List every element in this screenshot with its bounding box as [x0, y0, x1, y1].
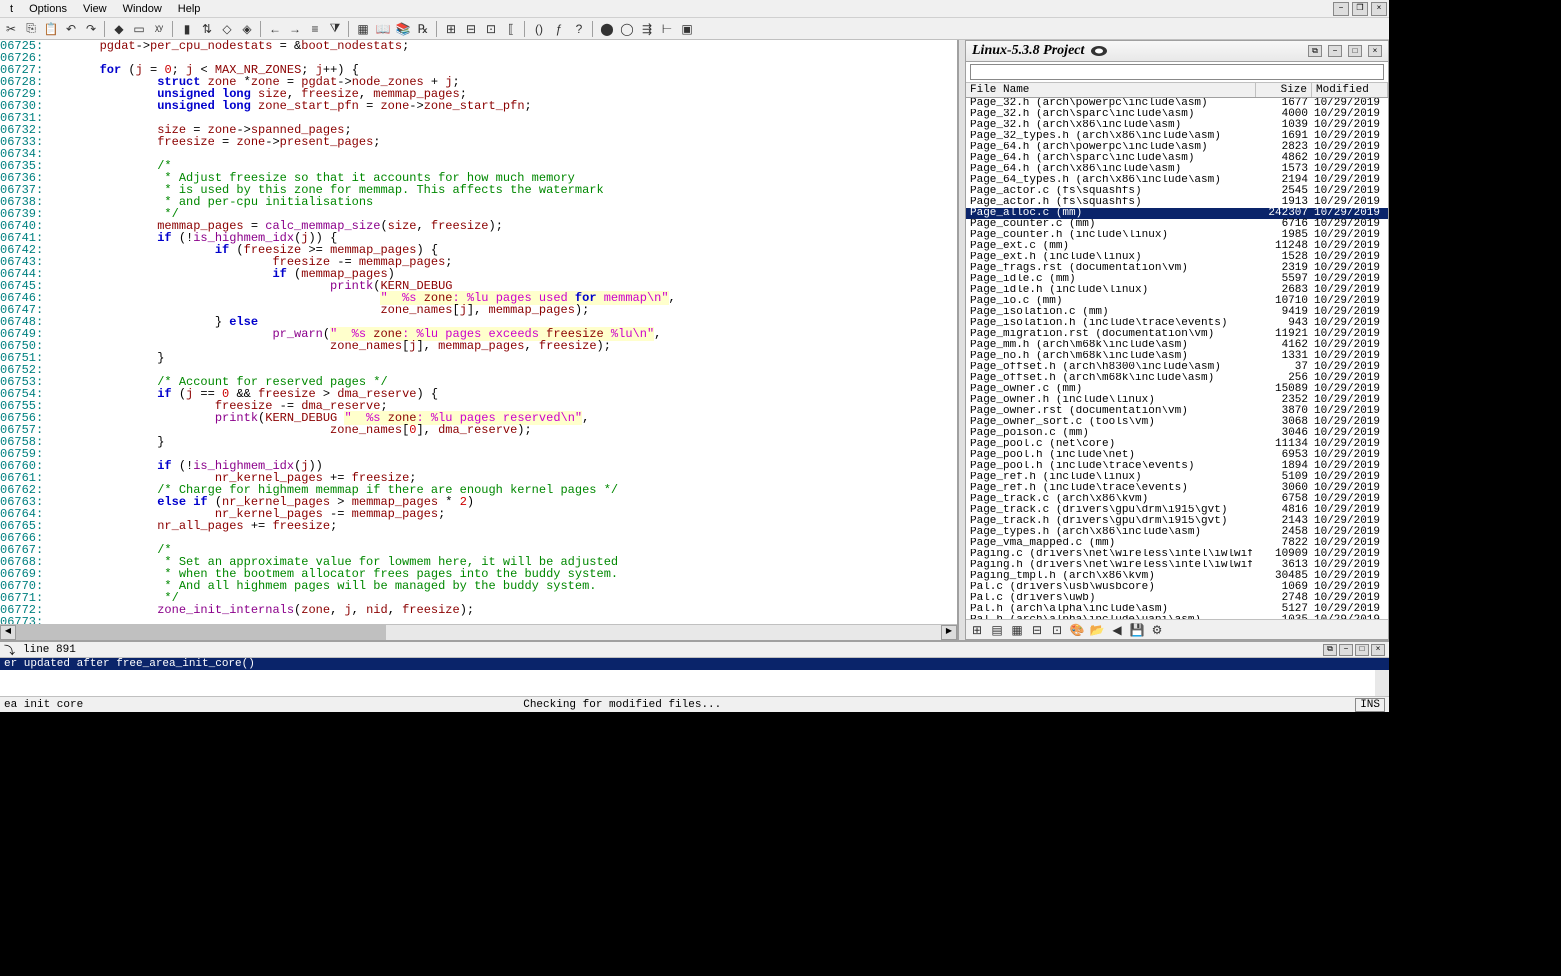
- scissors-icon[interactable]: ✂: [2, 20, 20, 38]
- line-indicator: line 891: [23, 644, 76, 656]
- output-close-button[interactable]: ×: [1371, 644, 1385, 656]
- ref-icon[interactable]: ℞: [414, 20, 432, 38]
- proj-tile-icon[interactable]: ⊟: [1028, 621, 1046, 639]
- bookmark-red-icon[interactable]: ◆: [110, 20, 128, 38]
- scroll-left-button[interactable]: ◀: [0, 625, 16, 640]
- menu-view[interactable]: View: [75, 2, 115, 16]
- panel-float-button[interactable]: ⧉: [1308, 45, 1322, 57]
- proj-refs-icon[interactable]: ⊡: [1048, 621, 1066, 639]
- code-editor[interactable]: 06725: pgdat->per_cpu_nodestats = &boot_…: [0, 40, 957, 624]
- status-command-input[interactable]: ea init core: [4, 699, 83, 711]
- project-list-header: File Name Size Modified: [966, 83, 1388, 98]
- panel-close-button[interactable]: ×: [1368, 45, 1382, 57]
- xy-icon[interactable]: ᵡʸ: [150, 20, 168, 38]
- sort-icon[interactable]: ⇅: [198, 20, 216, 38]
- grid2-icon[interactable]: ⊟: [462, 20, 480, 38]
- copy-icon[interactable]: ⎘: [22, 20, 40, 38]
- project-panel: Linux-5.3.8 Project ⧉ − □ × File Name Si…: [965, 40, 1389, 640]
- proj-props-icon[interactable]: ⚙: [1148, 621, 1166, 639]
- output-float-button[interactable]: ⧉: [1323, 644, 1337, 656]
- undo-icon[interactable]: ↶: [62, 20, 80, 38]
- minimize-button[interactable]: −: [1333, 2, 1349, 16]
- redo-icon[interactable]: ↷: [82, 20, 100, 38]
- menu-bar: tOptionsViewWindowHelp − ❐ ×: [0, 0, 1389, 18]
- panel-maximize-button[interactable]: □: [1348, 45, 1362, 57]
- help-icon[interactable]: ?: [570, 20, 588, 38]
- column-filename[interactable]: File Name: [966, 83, 1256, 97]
- books1-icon[interactable]: 📖: [374, 20, 392, 38]
- code-editor-pane: 06725: pgdat->per_cpu_nodestats = &boot_…: [0, 40, 959, 640]
- bookmark-o2-icon[interactable]: ◈: [238, 20, 256, 38]
- status-message: Checking for modified files...: [523, 699, 721, 711]
- scroll-right-button[interactable]: ▶: [941, 625, 957, 640]
- rec1-icon[interactable]: ⬤: [598, 20, 616, 38]
- search-result-line[interactable]: er updated after free_area_init_core(): [0, 658, 1389, 670]
- rec2-icon[interactable]: ◯: [618, 20, 636, 38]
- list-icon[interactable]: ≡: [306, 20, 324, 38]
- back-icon[interactable]: ←: [266, 20, 284, 38]
- proj-disk-icon[interactable]: 💾: [1128, 621, 1146, 639]
- column-size[interactable]: Size: [1256, 83, 1312, 97]
- output-vertical-scrollbar[interactable]: [1375, 670, 1389, 696]
- panel-minimize-button[interactable]: −: [1328, 45, 1342, 57]
- project-search-input[interactable]: [970, 64, 1384, 80]
- project-logo-icon: [1090, 45, 1108, 57]
- paren-icon[interactable]: (): [530, 20, 548, 38]
- view1-icon[interactable]: ▦: [354, 20, 372, 38]
- tree-icon[interactable]: ⊢: [658, 20, 676, 38]
- status-bar: ea init core Checking for modified files…: [0, 696, 1389, 712]
- menu-options[interactable]: Options: [21, 2, 75, 16]
- horizontal-scrollbar[interactable]: ◀ ▶: [0, 624, 957, 640]
- fn-icon[interactable]: ƒ: [550, 20, 568, 38]
- project-file-list[interactable]: Page_32.h (arch\powerpc\include\asm)1677…: [966, 98, 1388, 619]
- maximize-button[interactable]: ❐: [1352, 2, 1368, 16]
- main-toolbar: ✂⎘📋↶↷ ◆▭ᵡʸ ▮⇅◇◈ ←→≡⧩ ▦📖📚℞ ⊞⊟⊡⟦ ()ƒ? ⬤◯⇶⊢▣: [0, 18, 1389, 40]
- proj-grid-icon[interactable]: ▦: [1008, 621, 1026, 639]
- window-icon[interactable]: ▣: [678, 20, 696, 38]
- output-panel: ⤵ line 891 ⧉ − □ × er updated after free…: [0, 640, 1389, 696]
- filter-icon[interactable]: ⧩: [326, 20, 344, 38]
- menu-window[interactable]: Window: [115, 2, 170, 16]
- forward-icon[interactable]: →: [286, 20, 304, 38]
- project-toolbar: ⊞▤▦⊟⊡🎨📂◀💾⚙: [966, 619, 1388, 639]
- bookmark-o-icon[interactable]: ◇: [218, 20, 236, 38]
- grid1-icon[interactable]: ⊞: [442, 20, 460, 38]
- menu-t[interactable]: t: [2, 2, 21, 16]
- books2-icon[interactable]: 📚: [394, 20, 412, 38]
- project-title: Linux-5.3.8 Project: [972, 43, 1084, 59]
- column-modified[interactable]: Modified: [1312, 83, 1388, 97]
- proj-doc-icon[interactable]: ▤: [988, 621, 1006, 639]
- close-button[interactable]: ×: [1371, 2, 1387, 16]
- flow-icon[interactable]: ⇶: [638, 20, 656, 38]
- goto-icon[interactable]: ⤵: [4, 642, 15, 658]
- output-maximize-button[interactable]: □: [1355, 644, 1369, 656]
- grid3-icon[interactable]: ⊡: [482, 20, 500, 38]
- paste-icon[interactable]: 📋: [42, 20, 60, 38]
- proj-tree-icon[interactable]: ⊞: [968, 621, 986, 639]
- menu-help[interactable]: Help: [170, 2, 209, 16]
- block-red-icon[interactable]: ▮: [178, 20, 196, 38]
- proj-prev-icon[interactable]: ◀: [1108, 621, 1126, 639]
- status-insert-mode: INS: [1355, 698, 1385, 712]
- highlight-icon[interactable]: ▭: [130, 20, 148, 38]
- ruler-icon[interactable]: ⟦: [502, 20, 520, 38]
- proj-palette-icon[interactable]: 🎨: [1068, 621, 1086, 639]
- output-minimize-button[interactable]: −: [1339, 644, 1353, 656]
- proj-open-icon[interactable]: 📂: [1088, 621, 1106, 639]
